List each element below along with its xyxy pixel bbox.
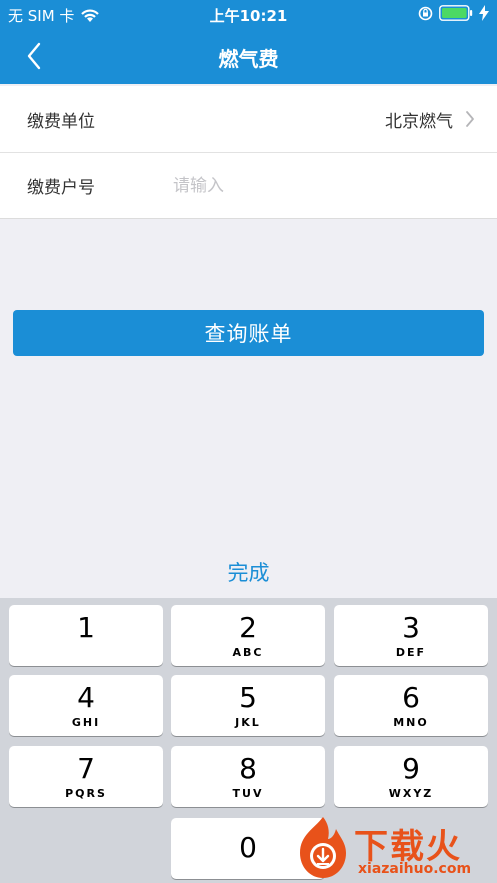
- key-9[interactable]: 9 WXYZ: [334, 746, 488, 807]
- keyboard-toolbar: 完成: [0, 546, 497, 598]
- done-button[interactable]: 完成: [228, 557, 270, 587]
- chevron-right-icon: [466, 111, 474, 127]
- key-letters: JKL: [235, 716, 261, 729]
- orientation-lock-icon: [418, 6, 433, 20]
- account-number-label: 缴费户号: [27, 178, 95, 198]
- status-right: [418, 5, 489, 21]
- account-number-row: 缴费户号: [0, 152, 497, 218]
- key-digit: 9: [402, 752, 420, 785]
- key-digit: 6: [402, 681, 420, 714]
- key-letters: DEF: [395, 646, 427, 659]
- key-digit: 2: [239, 611, 257, 644]
- key-2[interactable]: 2 ABC: [171, 605, 325, 666]
- key-letters: ABC: [232, 646, 264, 659]
- watermark-url: xiazaihuo.com: [358, 861, 472, 877]
- query-bill-button[interactable]: 查询账单: [13, 310, 484, 356]
- key-6[interactable]: 6 MNO: [334, 675, 488, 736]
- payment-unit-select[interactable]: 北京燃气: [385, 107, 475, 132]
- account-number-input[interactable]: [173, 175, 453, 196]
- key-3[interactable]: 3 DEF: [334, 605, 488, 666]
- payment-unit-row[interactable]: 缴费单位 北京燃气: [0, 86, 497, 152]
- payment-unit-label: 缴费单位: [27, 111, 95, 132]
- key-letters: MNO: [393, 716, 429, 729]
- key-7[interactable]: 7 PQRS: [9, 746, 163, 807]
- key-1[interactable]: 1: [9, 605, 163, 666]
- page-title: 燃气费: [218, 47, 279, 71]
- key-digit: 3: [402, 611, 420, 644]
- payment-form: 缴费单位 北京燃气 缴费户号: [0, 86, 497, 219]
- key-letters: TUV: [232, 787, 264, 800]
- watermark-logo: 下载火 xiazaihuo.com: [292, 815, 497, 883]
- charging-icon: [479, 5, 489, 21]
- key-letters: WXYZ: [388, 787, 434, 800]
- key-letters: PQRS: [65, 787, 107, 800]
- key-digit: 4: [77, 681, 95, 714]
- battery-icon: [439, 5, 473, 21]
- key-letters: GHI: [71, 716, 101, 729]
- key-digit: 1: [77, 611, 95, 644]
- status-bar: 无 SIM 卡 上午10:21: [0, 0, 497, 28]
- key-digit: 5: [239, 681, 257, 714]
- key-8[interactable]: 8 TUV: [171, 746, 325, 807]
- key-4[interactable]: 4 GHI: [9, 675, 163, 736]
- key-digit: 7: [77, 752, 95, 785]
- flame-download-icon: [300, 817, 346, 878]
- payment-unit-value: 北京燃气: [385, 111, 453, 132]
- key-digit: 8: [239, 752, 257, 785]
- nav-bar: 燃气费: [0, 28, 497, 84]
- key-5[interactable]: 5 JKL: [171, 675, 325, 736]
